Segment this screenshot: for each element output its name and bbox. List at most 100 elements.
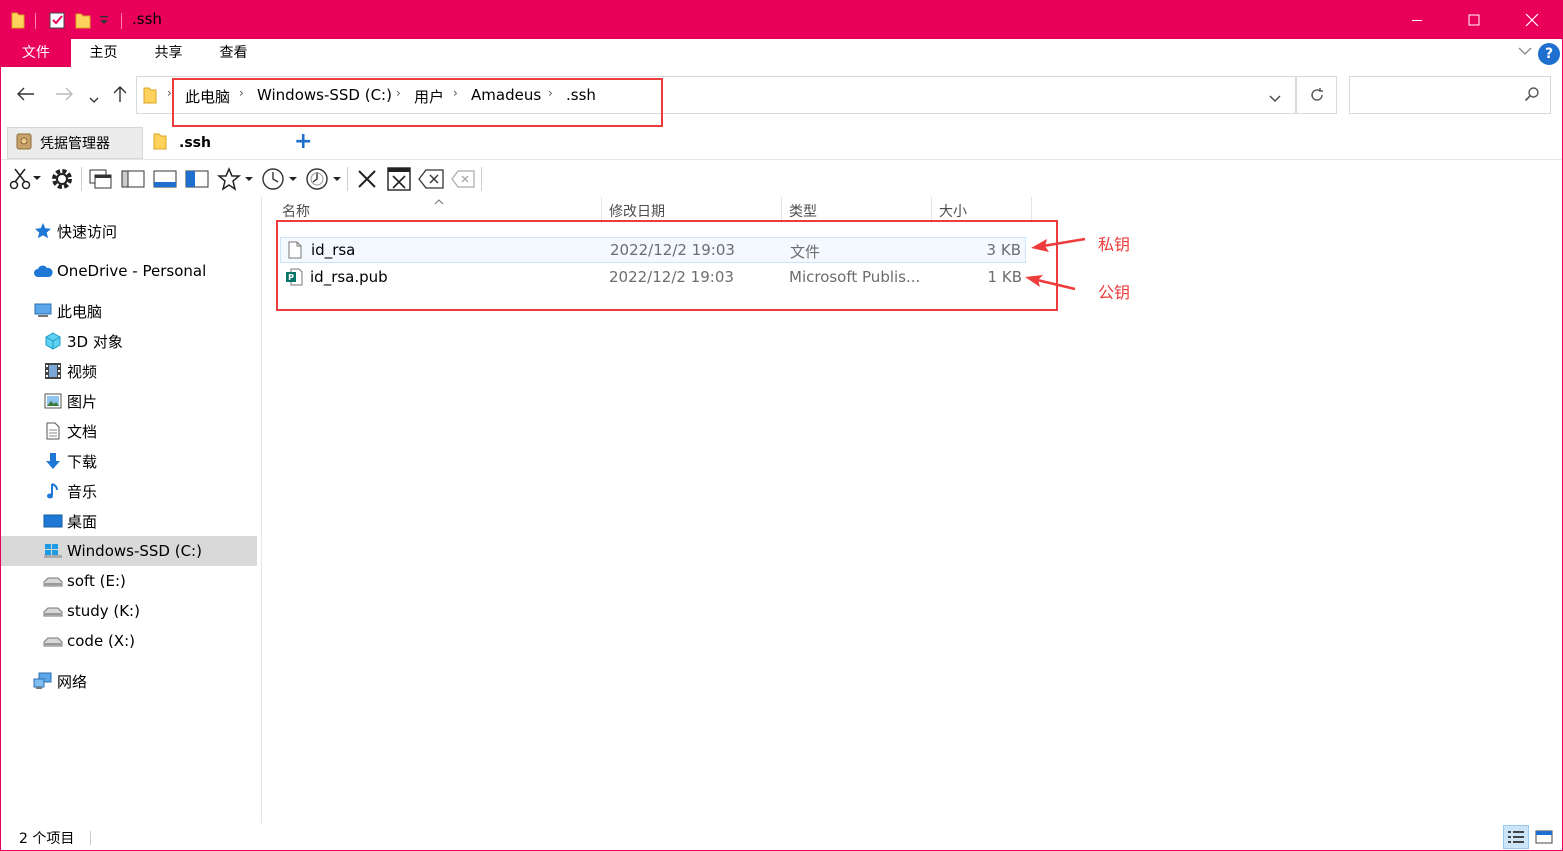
minimize-button[interactable] [1388, 1, 1446, 39]
sidebar-item-this-pc[interactable]: 此电脑 [1, 296, 257, 326]
ribbon-tab-share[interactable]: 共享 [136, 39, 201, 67]
sidebar-item-documents[interactable]: 文档 [1, 416, 257, 446]
properties-icon[interactable] [49, 10, 65, 30]
address-annotation-box [172, 78, 663, 127]
large-icons-view-icon [1535, 830, 1553, 844]
large-icons-view-button[interactable] [1531, 825, 1557, 849]
gear-icon[interactable] [49, 165, 75, 193]
search-icon[interactable] [1524, 86, 1540, 106]
sort-ascending-chevron-icon [434, 193, 444, 209]
sidebar-item-label: 桌面 [67, 512, 98, 531]
details-pane-icon[interactable] [185, 165, 209, 193]
sidebar-item-onedrive[interactable]: OneDrive - Personal [1, 256, 257, 286]
up-button[interactable] [113, 85, 127, 108]
sidebar-item-music[interactable]: 音乐 [1, 476, 257, 506]
search-input[interactable] [1356, 83, 1516, 107]
sidebar-item-study-k[interactable]: study (K:) [1, 596, 257, 626]
refresh-icon [1310, 88, 1323, 101]
computer-icon [33, 302, 53, 320]
copy-window-icon[interactable] [89, 165, 113, 193]
delete-icon[interactable] [355, 165, 379, 193]
ribbon: 文件 主页 共享 查看 ? [1, 39, 1562, 69]
sidebar-item-label: 音乐 [67, 482, 98, 501]
cloud-icon [33, 262, 53, 280]
details-view-icon [1508, 831, 1524, 843]
history-icon[interactable] [305, 165, 343, 193]
sidebar-item-label: study (K:) [67, 602, 140, 620]
search-box[interactable] [1349, 76, 1551, 114]
recent-locations-chevron-icon[interactable] [89, 89, 99, 110]
sidebar-item-soft-e[interactable]: soft (E:) [1, 566, 257, 596]
sidebar-item-code-x[interactable]: code (X:) [1, 626, 257, 656]
cube-icon [43, 332, 63, 350]
new-folder-icon[interactable] [75, 10, 91, 30]
star-pin-icon [33, 222, 53, 240]
sidebar-item-desktop[interactable]: 桌面 [1, 506, 257, 536]
status-bar: 2 个项目 [1, 823, 1562, 850]
close-box-icon[interactable] [387, 165, 411, 193]
folder-icon [153, 132, 167, 154]
sidebar-item-quick-access[interactable]: 快速访问 [1, 216, 257, 246]
explorer-window: .ssh 文件 主页 共享 查看 ? › 此电脑 › Windows-SSD (… [0, 0, 1563, 851]
preview-pane-icon[interactable] [153, 165, 177, 193]
film-icon [43, 362, 63, 380]
credential-manager-icon [16, 132, 32, 154]
help-button[interactable]: ? [1538, 43, 1560, 65]
drive-icon [43, 602, 63, 620]
forward-button[interactable] [55, 85, 73, 106]
details-view-button[interactable] [1503, 825, 1529, 849]
sidebar-item-pictures[interactable]: 图片 [1, 386, 257, 416]
close-button[interactable] [1503, 1, 1561, 39]
customize-qat-chevron-icon[interactable] [99, 10, 109, 30]
sidebar-item-label: 网络 [57, 672, 88, 691]
sidebar-item-videos[interactable]: 视频 [1, 356, 257, 386]
sidebar-item-label: code (X:) [67, 632, 135, 650]
private-key-label: 私钥 [1098, 235, 1131, 254]
sidebar-item-label: OneDrive - Personal [57, 262, 207, 280]
sidebar-item-label: 下载 [67, 452, 98, 471]
sidebar-item-windows-ssd[interactable]: Windows-SSD (C:) [1, 536, 257, 566]
picture-icon [43, 392, 63, 410]
sidebar-item-label: 图片 [67, 392, 98, 411]
tab-ssh[interactable]: .ssh [149, 127, 283, 159]
drive-icon [43, 572, 63, 590]
custom-toolbar [1, 161, 491, 197]
sidebar-item-3d-objects[interactable]: 3D 对象 [1, 326, 257, 356]
navigation-pane: 快速访问 OneDrive - Personal 此电脑 3D 对象 视频 图片… [1, 201, 261, 823]
sidebar-item-label: 3D 对象 [67, 332, 123, 351]
refresh-button[interactable] [1296, 76, 1337, 114]
star-icon[interactable] [217, 165, 255, 193]
title-bar: .ssh [1, 1, 1562, 39]
ribbon-tab-file[interactable]: 文件 [1, 39, 71, 67]
scissors-icon[interactable] [9, 165, 43, 193]
address-dropdown-chevron-icon[interactable] [1269, 91, 1281, 107]
back-button[interactable] [17, 85, 35, 106]
sidebar-item-label: 视频 [67, 362, 98, 381]
windows-drive-icon [43, 542, 63, 560]
new-tab-plus-icon[interactable]: + [294, 131, 312, 153]
sidebar-item-label: 快速访问 [57, 222, 118, 241]
clear-icon[interactable] [449, 165, 477, 193]
clock-icon[interactable] [261, 165, 299, 193]
folder-icon [143, 86, 157, 108]
folder-app-icon [11, 10, 25, 30]
download-arrow-icon [43, 452, 63, 470]
network-icon [33, 672, 53, 690]
ribbon-tab-view[interactable]: 查看 [201, 39, 266, 67]
files-annotation-box [276, 220, 1058, 311]
music-note-icon [43, 482, 63, 500]
maximize-button[interactable] [1445, 1, 1503, 39]
public-key-label: 公钥 [1098, 283, 1131, 302]
sidebar-item-label: 此电脑 [57, 302, 103, 321]
ribbon-tab-home[interactable]: 主页 [71, 39, 136, 67]
sidebar-item-label: 文档 [67, 422, 98, 441]
sidebar-item-label: soft (E:) [67, 572, 126, 590]
sidebar-item-downloads[interactable]: 下载 [1, 446, 257, 476]
backspace-icon[interactable] [417, 165, 445, 193]
desktop-icon [43, 512, 63, 530]
ribbon-expand-chevron-icon[interactable] [1518, 44, 1532, 60]
tab-credential-manager[interactable]: 凭据管理器 [7, 127, 143, 159]
document-icon [43, 422, 63, 440]
layout-icon[interactable] [121, 165, 145, 193]
sidebar-item-network[interactable]: 网络 [1, 666, 257, 696]
